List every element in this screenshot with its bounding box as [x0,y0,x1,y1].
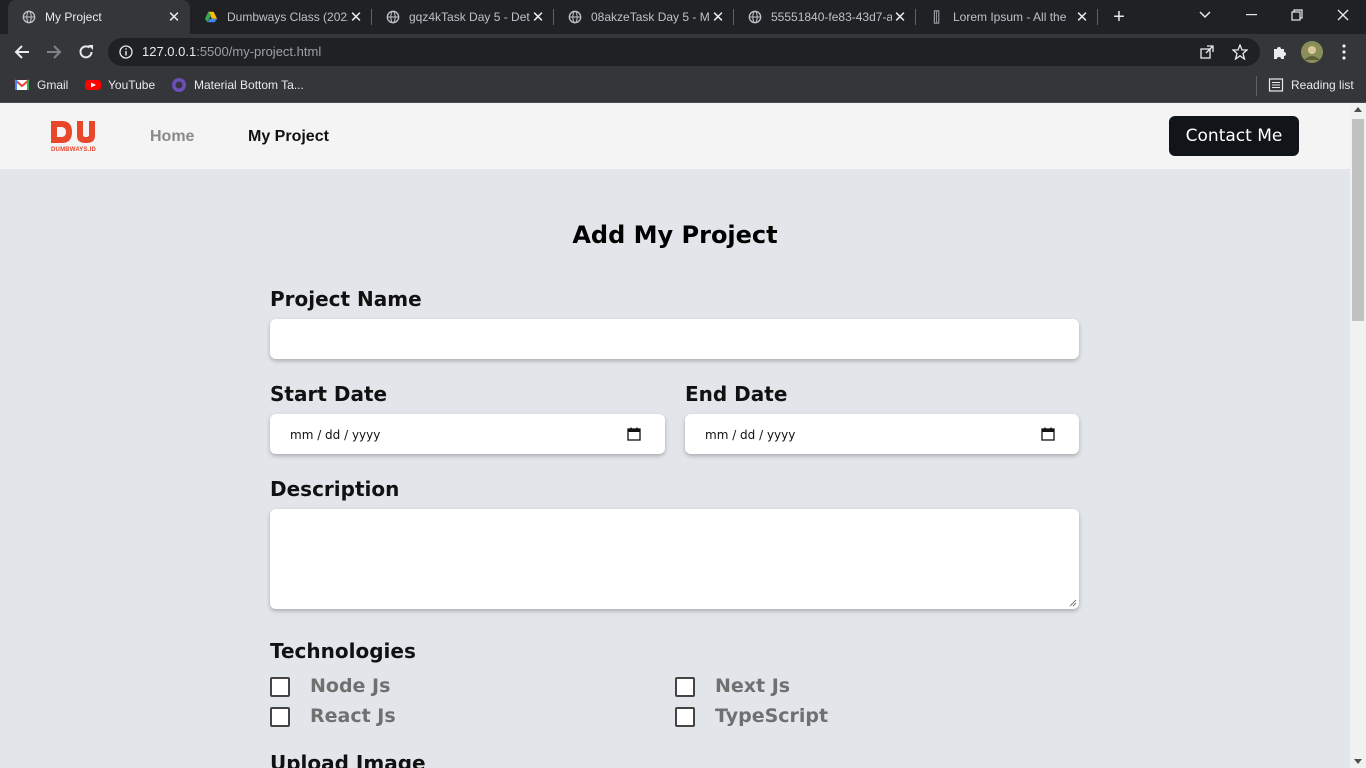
minimize-button[interactable] [1228,0,1274,30]
checkbox-label-node-js: Node Js [310,675,391,697]
start-date-input[interactable]: mm / dd / yyyy [270,414,665,454]
bookmark-gmail[interactable]: Gmail [14,77,68,93]
calendar-icon[interactable] [627,427,641,441]
close-icon[interactable]: ✕ [892,8,908,26]
reading-list-button[interactable]: Reading list [1268,77,1354,93]
url-text: 127.0.0.1:5500/my-project.html [142,44,322,59]
resize-handle-icon[interactable] [1069,599,1077,607]
close-icon[interactable]: ✕ [530,8,546,26]
checkbox-react-js[interactable] [270,707,290,727]
tab-title: My Project [45,10,102,24]
nav-link-my-project[interactable]: My Project [248,128,329,146]
scrollbar-thumb[interactable] [1352,119,1364,321]
logo-text: DUMBWAYS.ID [51,147,96,153]
description-textarea[interactable] [270,509,1079,609]
tab-lorem-ipsum[interactable]: Lorem Ipsum - All the ✕ [916,0,1098,34]
end-date-label: End Date [685,382,788,406]
close-icon[interactable]: ✕ [710,8,726,26]
nav-link-home[interactable]: Home [150,128,194,146]
tab-uuid-page[interactable]: 55551840-fe83-43d7-a ✕ [734,0,916,34]
globe-icon [22,10,36,24]
page-scrollbar[interactable] [1350,103,1366,768]
google-drive-icon [204,11,218,23]
project-name-label: Project Name [270,287,422,311]
close-icon[interactable]: ✕ [1074,8,1090,26]
globe-icon [748,10,762,24]
project-name-input[interactable] [270,319,1079,359]
extensions-button[interactable] [1268,40,1292,64]
date-placeholder: mm / dd / yyyy [705,428,796,442]
star-icon[interactable] [1232,44,1248,60]
more-vert-icon [1342,44,1346,60]
start-date-label: Start Date [270,382,388,406]
chevron-down-icon [1199,11,1211,19]
checkbox-label-next-js: Next Js [715,675,791,697]
material-icon [172,78,186,92]
page-title: Add My Project [572,221,778,249]
tab-dumbways-class[interactable]: Dumbways Class (2022 ✕ [190,0,372,34]
reload-icon [79,45,93,59]
dumbways-logo[interactable]: DUMBWAYS.ID [50,118,102,156]
date-placeholder: mm / dd / yyyy [290,428,381,442]
tab-task-day-5-detail[interactable]: gqz4kTask Day 5 - Det ✕ [372,0,554,34]
minimize-icon [1245,14,1257,16]
end-date-input[interactable]: mm / dd / yyyy [685,414,1079,454]
address-bar[interactable]: 127.0.0.1:5500/my-project.html [108,38,1260,66]
gmail-icon [14,79,30,90]
profile-avatar[interactable] [1300,40,1324,64]
close-icon [1337,9,1349,21]
bookmark-youtube[interactable]: YouTube [85,77,155,93]
arrow-right-icon [47,45,62,59]
close-icon[interactable]: ✕ [348,8,364,26]
tab-title: Lorem Ipsum - All the [953,10,1067,24]
puzzle-icon [1274,47,1286,59]
tab-my-project[interactable]: My Project ✕ [8,0,190,34]
menu-button[interactable] [1332,40,1356,64]
globe-icon [386,10,400,24]
tab-task-day-5-my[interactable]: 08akzeTask Day 5 - My ✕ [554,0,734,34]
share-icon[interactable] [1200,45,1214,59]
back-button[interactable] [10,40,34,64]
page-viewport: DUMBWAYS.ID Home My Project Contact Me A… [0,103,1350,768]
tab-search-button[interactable] [1182,0,1228,30]
restore-button[interactable] [1274,0,1320,30]
reading-list-icon [1268,78,1284,92]
checkbox-node-js[interactable] [270,677,290,697]
checkbox-typescript[interactable] [675,707,695,727]
tab-title: 55551840-fe83-43d7-a [771,10,892,24]
avatar-icon [1301,41,1323,63]
scroll-down-icon[interactable] [1354,759,1362,764]
checkbox-label-react-js: React Js [310,705,396,727]
tab-title: 08akzeTask Day 5 - My [591,10,710,24]
checkbox-next-js[interactable] [675,677,695,697]
lorem-ipsum-icon [933,10,940,24]
technologies-label: Technologies [270,639,416,663]
scroll-up-icon[interactable] [1354,107,1362,112]
tab-title: Dumbways Class (2022 [227,10,348,24]
checkbox-label-typescript: TypeScript [715,705,829,727]
close-window-button[interactable] [1320,0,1366,30]
globe-icon [568,10,582,24]
reload-button[interactable] [74,40,98,64]
forward-button[interactable] [42,40,66,64]
browser-tab-strip: My Project ✕ Dumbways Class (2022 ✕ gqz4… [0,0,1366,34]
bookmark-material[interactable]: Material Bottom Ta... [171,77,304,93]
bookmarks-bar: Gmail YouTube Material Bottom Ta... Read… [0,70,1366,103]
calendar-icon[interactable] [1041,427,1055,441]
info-icon[interactable] [119,45,133,59]
site-navbar: DUMBWAYS.ID Home My Project Contact Me [0,103,1350,169]
new-tab-button[interactable]: + [1108,5,1130,29]
restore-icon [1291,9,1303,21]
close-icon[interactable]: ✕ [166,8,182,26]
upload-image-label: Upload Image [270,751,426,768]
browser-toolbar: 127.0.0.1:5500/my-project.html [0,34,1366,70]
tab-title: gqz4kTask Day 5 - Det [409,10,530,24]
youtube-icon [85,80,101,90]
arrow-left-icon [14,45,29,59]
contact-me-button[interactable]: Contact Me [1169,116,1299,156]
description-label: Description [270,477,400,501]
